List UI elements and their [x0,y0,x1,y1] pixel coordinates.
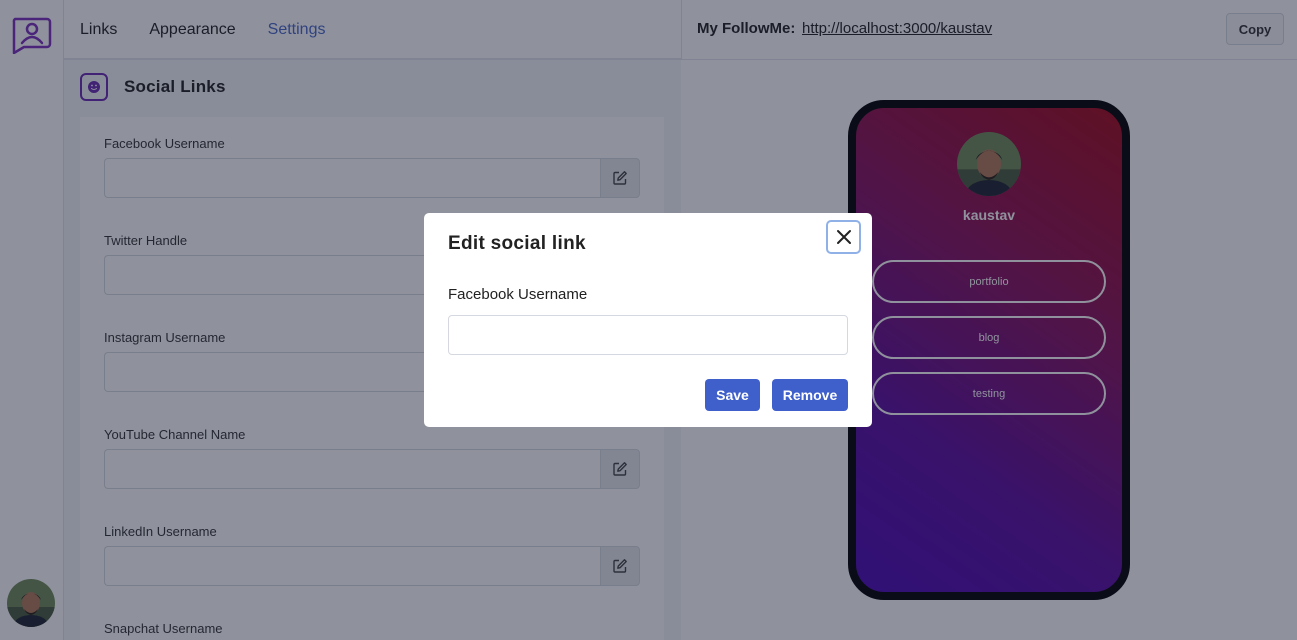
close-icon [836,230,851,244]
save-button[interactable]: Save [705,379,760,411]
edit-social-link-dialog: Edit social link Facebook Username Save … [424,213,872,427]
facebook-username-input[interactable] [448,315,848,355]
close-button[interactable] [826,220,861,254]
remove-button[interactable]: Remove [772,379,848,411]
dialog-title: Edit social link [448,233,586,254]
dialog-field-label: Facebook Username [448,286,588,303]
